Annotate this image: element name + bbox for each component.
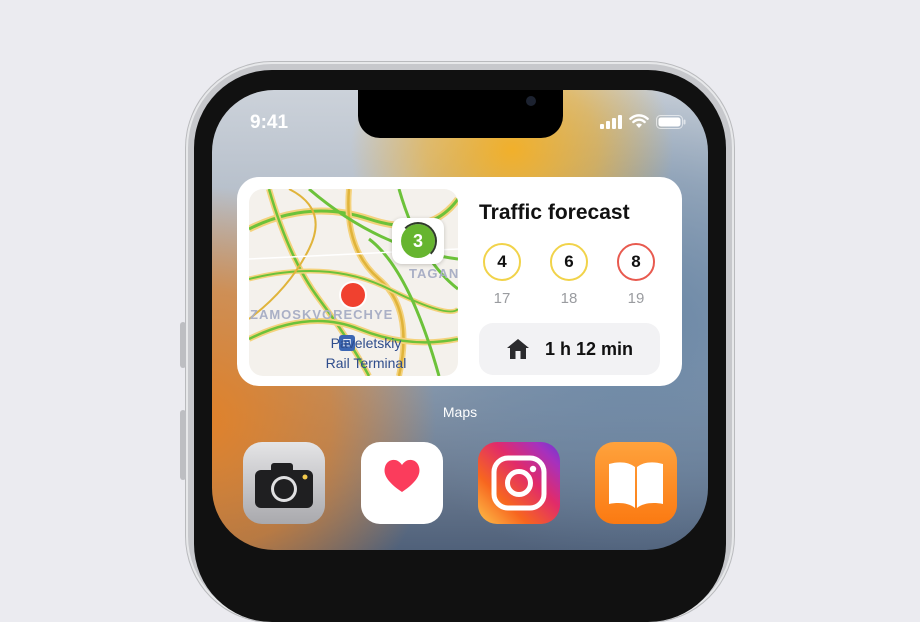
route-time: 1 h 12 min (545, 338, 634, 359)
instagram-icon (491, 455, 547, 511)
widget-label: Maps (442, 404, 478, 420)
map-district-label: ZAMOSKVORECHYE (250, 307, 394, 322)
camera-app-icon[interactable] (243, 442, 325, 524)
cellular-signal-icon (600, 114, 622, 129)
side-button (180, 410, 186, 480)
station-label: Paveletskiy Rail Terminal (301, 335, 431, 372)
camera-icon (255, 463, 313, 508)
route-home-button[interactable]: 1 h 12 min (479, 323, 660, 375)
books-app-icon[interactable] (595, 442, 677, 524)
forecast-hour: 19 (627, 290, 645, 307)
book-icon (609, 462, 663, 508)
traffic-score-badge: 3 (392, 218, 444, 264)
forecast-row: 4 17 6 18 8 19 (483, 243, 655, 307)
side-button (180, 322, 186, 368)
forecast-item: 6 18 (550, 243, 588, 307)
location-pin-icon (341, 283, 365, 307)
forecast-hour: 17 (493, 290, 511, 307)
forecast-hour: 18 (560, 290, 578, 307)
station-label-line: Rail Terminal (325, 355, 407, 371)
instagram-app-icon[interactable] (478, 442, 560, 524)
front-camera (526, 96, 536, 106)
home-icon (507, 339, 529, 359)
forecast-item: 4 17 (483, 243, 521, 307)
health-app-icon[interactable] (361, 442, 443, 524)
wifi-icon (629, 114, 649, 128)
notch (358, 90, 563, 138)
widget-title: Traffic forecast (479, 201, 630, 224)
forecast-level: 4 (483, 243, 521, 281)
status-icons (600, 114, 686, 129)
map-district-label: TAGAN (409, 266, 458, 281)
forecast-level: 8 (617, 243, 655, 281)
forecast-item: 8 19 (617, 243, 655, 307)
forecast-level: 6 (550, 243, 588, 281)
traffic-score-ring (399, 222, 437, 260)
battery-icon (656, 114, 686, 129)
station-label-line: Paveletskiy (330, 335, 402, 351)
traffic-map[interactable]: ZAMOSKVORECHYE TAGAN ⊟ Paveletskiy Rail … (249, 189, 458, 376)
traffic-widget[interactable]: ZAMOSKVORECHYE TAGAN ⊟ Paveletskiy Rail … (237, 177, 682, 386)
status-time: 9:41 (250, 112, 289, 133)
heart-icon (384, 459, 420, 492)
